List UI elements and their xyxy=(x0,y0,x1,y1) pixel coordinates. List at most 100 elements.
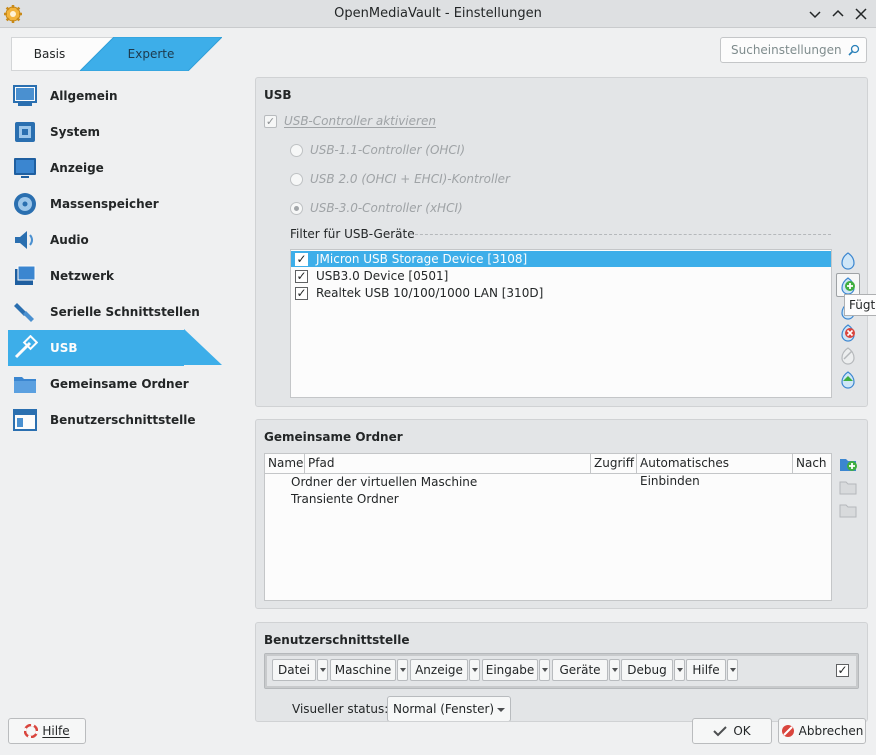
sidebar-item-label: Benutzerschnittstelle xyxy=(50,413,196,427)
group-title: Gemeinsame Ordner xyxy=(264,430,403,444)
filter-checkbox[interactable]: ✓ xyxy=(295,286,308,300)
storage-icon xyxy=(14,193,36,215)
window-title: OpenMediaVault - Einstellungen xyxy=(334,6,542,21)
filter-label: USB3.0 Device [0501] xyxy=(316,269,449,283)
column-header[interactable]: Pfad xyxy=(305,454,591,473)
move-filter-down-icon[interactable] xyxy=(838,369,858,389)
sidebar-item-storage[interactable]: Massenspeicher xyxy=(8,186,222,222)
sidebar-item-label: Audio xyxy=(50,233,89,247)
close-icon[interactable] xyxy=(852,5,870,23)
chevron-down-icon[interactable] xyxy=(674,659,685,681)
move-filter-up-icon xyxy=(841,347,855,365)
usb30-radio[interactable] xyxy=(290,202,303,215)
chevron-down-icon xyxy=(497,708,505,712)
usb20-label: USB 2.0 (OHCI + EHCI)-Kontroller xyxy=(310,172,510,186)
menubar-editor: Datei Maschine Anzeige Eingabe Geräte De… xyxy=(264,653,859,689)
serial-ports-icon xyxy=(14,303,34,322)
add-shared-folder-icon[interactable] xyxy=(838,454,858,474)
sidebar-item-network[interactable]: Netzwerk xyxy=(8,258,222,294)
usb11-radio[interactable] xyxy=(290,144,303,157)
menu-debug-button[interactable]: Debug xyxy=(621,659,673,681)
tooltip: Fügt xyxy=(844,294,876,316)
list-item[interactable]: ✓ Realtek USB 10/100/1000 LAN [310D] xyxy=(291,285,831,301)
cancel-icon xyxy=(781,725,794,737)
ok-button-label: OK xyxy=(733,724,751,738)
ok-button[interactable]: OK xyxy=(692,718,772,744)
sidebar-item-usb[interactable]: USB xyxy=(8,330,222,366)
shared-folders-icon xyxy=(14,377,36,393)
usb11-label: USB-1.1-Controller (OHCI) xyxy=(310,143,466,157)
search-input[interactable] xyxy=(731,39,849,61)
filter-checkbox[interactable]: ✓ xyxy=(295,252,308,266)
sidebar-item-label: Anzeige xyxy=(50,161,104,175)
usb20-radio[interactable] xyxy=(290,173,303,186)
add-device-filter-icon xyxy=(841,277,855,295)
filters-label: Filter für USB-Geräte xyxy=(290,227,415,241)
add-empty-filter-icon[interactable] xyxy=(838,250,858,270)
chevron-down-icon[interactable] xyxy=(397,659,408,681)
sidebar-item-general[interactable]: Allgemein xyxy=(8,78,222,114)
column-header[interactable]: Zugriff xyxy=(591,454,637,473)
group-title: USB xyxy=(264,88,292,102)
user-interface-group: Benutzerschnittstelle Datei Maschine Anz… xyxy=(255,622,868,722)
user-interface-icon xyxy=(13,409,37,431)
menu-machine-button[interactable]: Maschine xyxy=(330,659,396,681)
table-row[interactable]: Ordner der virtuellen Maschine xyxy=(291,475,477,489)
column-header[interactable]: Name xyxy=(265,454,305,473)
visual-state-select[interactable]: Normal (Fenster) xyxy=(387,696,511,721)
usb-enable-checkbox[interactable]: ✓ xyxy=(264,115,277,128)
help-button[interactable]: Hilfe xyxy=(8,718,86,744)
tab-expert-label: Experte xyxy=(127,47,175,61)
visual-state-value: Normal (Fenster) xyxy=(393,702,495,716)
help-lifebuoy-icon xyxy=(24,724,39,738)
list-item[interactable]: ✓ JMicron USB Storage Device [3108] xyxy=(291,251,831,267)
system-icon xyxy=(15,122,35,142)
shared-folders-table[interactable]: Name Pfad Zugriff Automatisches Einbinde… xyxy=(264,453,832,601)
tab-basic-label: Basis xyxy=(33,47,66,61)
list-item[interactable]: ✓ USB3.0 Device [0501] xyxy=(291,268,831,284)
menubar-enabled-checkbox[interactable]: ✓ xyxy=(836,664,849,677)
chevron-down-icon[interactable] xyxy=(539,659,550,681)
sidebar-item-label: Massenspeicher xyxy=(50,197,159,211)
help-button-label: Hilfe xyxy=(42,724,70,738)
cancel-button[interactable]: Abbrechen xyxy=(778,718,866,744)
table-row[interactable]: Transiente Ordner xyxy=(291,492,399,506)
chevron-down-icon[interactable] xyxy=(317,659,328,681)
menu-view-button[interactable]: Anzeige xyxy=(410,659,468,681)
column-header[interactable]: Automatisches Einbinden xyxy=(637,454,793,488)
remove-filter-icon[interactable] xyxy=(838,322,858,342)
column-header[interactable]: Nach xyxy=(793,454,831,473)
menu-input-button[interactable]: Eingabe xyxy=(482,659,538,681)
sidebar-item-user-interface[interactable]: Benutzerschnittstelle xyxy=(8,402,222,438)
sidebar-item-system[interactable]: System xyxy=(8,114,222,150)
filters-divider xyxy=(410,234,831,235)
chevron-up-icon[interactable] xyxy=(829,5,847,23)
general-icon xyxy=(13,85,37,106)
usb30-label: USB-3.0-Controller (xHCI) xyxy=(310,201,463,215)
sidebar-item-label: USB xyxy=(50,341,78,355)
sidebar-item-label: System xyxy=(50,125,100,139)
filter-checkbox[interactable]: ✓ xyxy=(295,269,308,283)
visual-state-label: Visueller status: xyxy=(292,702,389,716)
chevron-down-icon[interactable] xyxy=(469,659,480,681)
menu-devices-button[interactable]: Geräte xyxy=(552,659,608,681)
remove-shared-folder-icon xyxy=(839,504,857,518)
sidebar-item-display[interactable]: Anzeige xyxy=(8,150,222,186)
usb-enable-label: USB-Controller aktivieren xyxy=(284,114,436,128)
chevron-down-icon[interactable] xyxy=(727,659,738,681)
shared-folders-group: Gemeinsame Ordner Name Pfad Zugriff Auto… xyxy=(255,419,868,609)
cancel-button-label: Abbrechen xyxy=(798,724,864,738)
edit-shared-folder-icon xyxy=(839,481,857,495)
chevron-down-icon[interactable] xyxy=(806,5,824,23)
sidebar-item-shared-folders[interactable]: Gemeinsame Ordner xyxy=(8,366,222,402)
title-bar: OpenMediaVault - Einstellungen xyxy=(0,0,876,28)
sidebar-item-serial-ports[interactable]: Serielle Schnittstellen xyxy=(8,294,222,330)
menu-help-button[interactable]: Hilfe xyxy=(686,659,726,681)
display-icon xyxy=(14,158,36,178)
chevron-down-icon[interactable] xyxy=(609,659,620,681)
usb-filter-list[interactable]: ✓ JMicron USB Storage Device [3108] ✓ US… xyxy=(290,249,832,398)
sidebar-item-label: Netzwerk xyxy=(50,269,115,283)
menu-file-button[interactable]: Datei xyxy=(272,659,316,681)
sidebar-item-audio[interactable]: Audio xyxy=(8,222,222,258)
search-box[interactable] xyxy=(720,37,867,63)
